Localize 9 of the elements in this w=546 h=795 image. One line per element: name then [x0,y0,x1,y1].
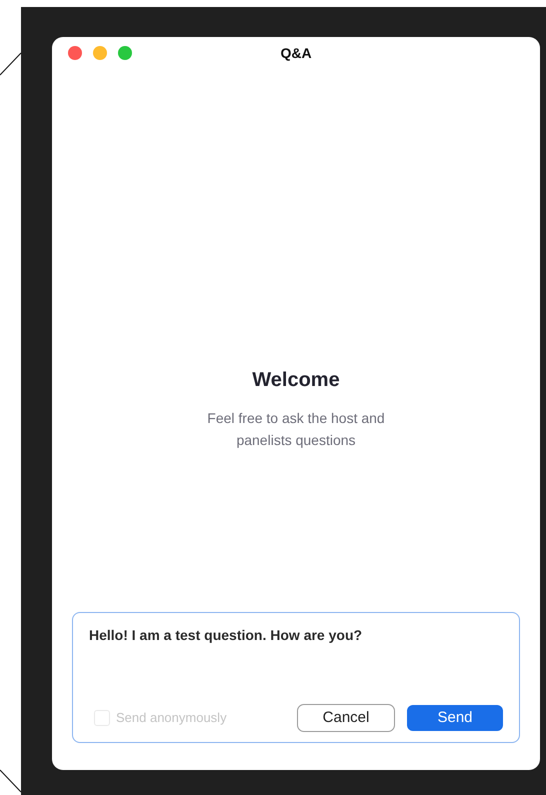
zoom-button[interactable] [118,46,132,60]
send-button[interactable]: Send [407,705,503,731]
cancel-button[interactable]: Cancel [297,704,395,732]
welcome-heading: Welcome [252,368,340,393]
window-title: Q&A [280,44,312,63]
close-button[interactable] [68,46,82,60]
anonymous-label: Send anonymously [116,709,227,728]
minimize-button[interactable] [93,46,107,60]
welcome-text: Feel free to ask the host and panelists questions [206,409,386,450]
